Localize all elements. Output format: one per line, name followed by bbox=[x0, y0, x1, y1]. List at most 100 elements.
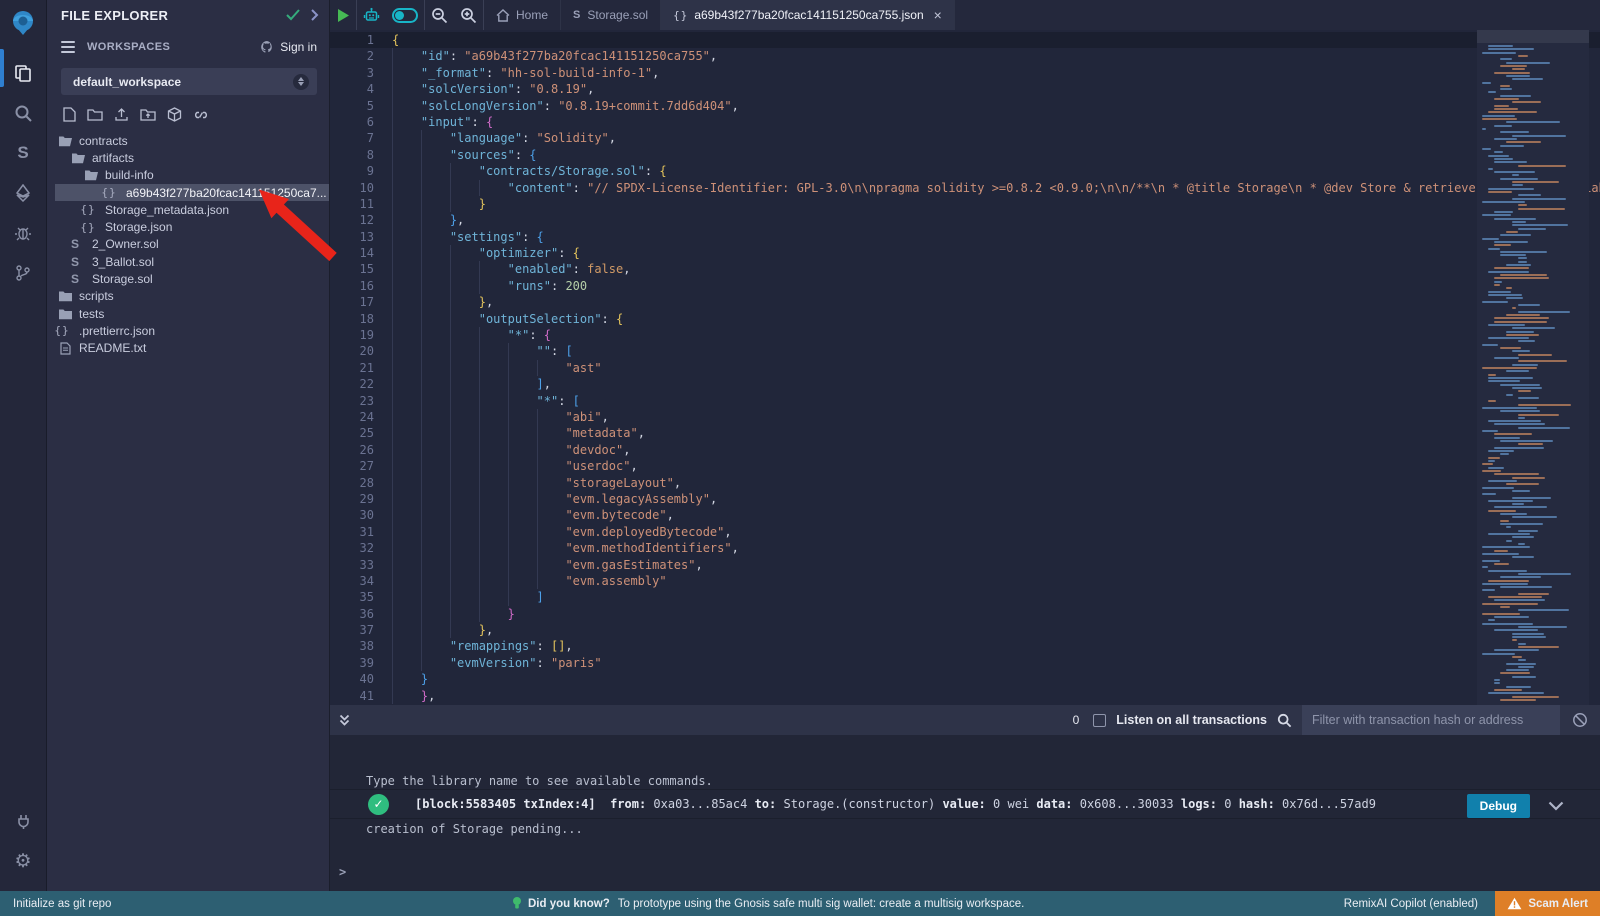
git-icon[interactable] bbox=[0, 253, 47, 293]
code-line[interactable]: 38"remappings": [], bbox=[330, 638, 1600, 654]
ipfs-box-icon[interactable] bbox=[167, 107, 182, 122]
code-line[interactable]: 25"metadata", bbox=[330, 425, 1600, 441]
code-line[interactable]: 23"*": [ bbox=[330, 393, 1600, 409]
code-line[interactable]: 6"input": { bbox=[330, 114, 1600, 130]
tree-item-storage-sol[interactable]: SStorage.sol bbox=[47, 270, 329, 287]
code-line[interactable]: 11} bbox=[330, 196, 1600, 212]
code-line[interactable]: 1{ bbox=[330, 32, 1600, 48]
link-icon[interactable] bbox=[193, 108, 209, 122]
code-editor[interactable]: 1{2"id": "a69b43f277ba20fcac141151250ca7… bbox=[330, 30, 1600, 705]
code-line[interactable]: 5"solcLongVersion": "0.8.19+commit.7dd6d… bbox=[330, 98, 1600, 114]
collapse-panel-chevron-icon[interactable] bbox=[310, 9, 319, 21]
tree-item-a69b43f277ba20fcac141151250ca7-[interactable]: {}a69b43f277ba20fcac141151250ca7... bbox=[55, 184, 329, 201]
code-line[interactable]: 12}, bbox=[330, 212, 1600, 228]
code-line[interactable]: 33"evm.gasEstimates", bbox=[330, 557, 1600, 573]
scam-alert-badge[interactable]: Scam Alert bbox=[1495, 891, 1600, 916]
code-line[interactable]: 10"content": "// SPDX-License-Identifier… bbox=[330, 180, 1600, 196]
workspace-select[interactable]: default_workspace bbox=[61, 68, 317, 95]
tree-item-2-owner-sol[interactable]: S2_Owner.sol bbox=[47, 236, 329, 253]
workspaces-menu-icon[interactable] bbox=[61, 41, 75, 53]
code-line[interactable]: 14"optimizer": { bbox=[330, 245, 1600, 261]
minimap-slider[interactable] bbox=[1477, 30, 1589, 43]
search-icon[interactable] bbox=[0, 93, 47, 133]
code-line[interactable]: 26"devdoc", bbox=[330, 442, 1600, 458]
tab-home[interactable]: Home bbox=[484, 0, 561, 30]
tree-item-readme-txt[interactable]: README.txt bbox=[47, 340, 329, 357]
code-line[interactable]: 8"sources": { bbox=[330, 147, 1600, 163]
code-line[interactable]: 18"outputSelection": { bbox=[330, 311, 1600, 327]
tree-item-tests[interactable]: tests bbox=[47, 305, 329, 322]
tree-item-storage-json[interactable]: {}Storage.json bbox=[47, 218, 329, 235]
folder-icon bbox=[57, 290, 73, 302]
code-line[interactable]: 19"*": { bbox=[330, 327, 1600, 343]
code-line[interactable]: 30"evm.bytecode", bbox=[330, 507, 1600, 523]
terminal[interactable]: Type the library name to see available c… bbox=[330, 735, 1600, 891]
terminal-prompt[interactable]: > bbox=[339, 865, 346, 879]
new-file-icon[interactable] bbox=[63, 107, 76, 122]
code-line[interactable]: 24"abi", bbox=[330, 409, 1600, 425]
transaction-filter-input[interactable] bbox=[1302, 705, 1560, 735]
tree-item-storage-metadata-json[interactable]: {}Storage_metadata.json bbox=[47, 201, 329, 218]
code-line[interactable]: 22], bbox=[330, 376, 1600, 392]
code-line[interactable]: 7"language": "Solidity", bbox=[330, 130, 1600, 146]
copilot-status[interactable]: RemixAI Copilot (enabled) bbox=[1344, 898, 1478, 910]
code-line[interactable]: 32"evm.methodIdentifiers", bbox=[330, 540, 1600, 556]
code-line[interactable]: 2"id": "a69b43f277ba20fcac141151250ca755… bbox=[330, 48, 1600, 64]
code-line[interactable]: 13"settings": { bbox=[330, 229, 1600, 245]
code-line[interactable]: 37}, bbox=[330, 622, 1600, 638]
debugger-icon[interactable] bbox=[0, 213, 47, 253]
code-line[interactable]: 28"storageLayout", bbox=[330, 475, 1600, 491]
code-line[interactable]: 9"contracts/Storage.sol": { bbox=[330, 163, 1600, 179]
code-line[interactable]: 3"_format": "hh-sol-build-info-1", bbox=[330, 65, 1600, 81]
solidity-compiler-icon[interactable]: S bbox=[0, 133, 47, 173]
close-tab-icon[interactable]: × bbox=[934, 8, 942, 22]
listen-all-transactions-checkbox[interactable] bbox=[1093, 714, 1106, 727]
file-explorer-icon[interactable] bbox=[0, 53, 47, 93]
transaction-row[interactable]: ✓ [block:5583405 txIndex:4] from: 0xa03.… bbox=[330, 789, 1600, 819]
remix-logo-icon[interactable] bbox=[6, 6, 40, 40]
code-line[interactable]: 40} bbox=[330, 671, 1600, 687]
expand-terminal-icon[interactable] bbox=[338, 713, 351, 727]
tab-storage-sol[interactable]: S Storage.sol bbox=[561, 0, 661, 30]
did-you-know-tip: Did you know? To prototype using the Gno… bbox=[512, 896, 1024, 911]
tab-build-info-json[interactable]: {} a69b43f277ba20fcac141151250ca755.json… bbox=[661, 0, 955, 30]
code-line[interactable]: 36} bbox=[330, 606, 1600, 622]
tree-item--prettierrc-json[interactable]: {}.prettierrc.json bbox=[47, 322, 329, 339]
zoom-in-icon[interactable] bbox=[460, 7, 477, 24]
upload-folder-icon[interactable] bbox=[140, 108, 156, 122]
tree-item-3-ballot-sol[interactable]: S3_Ballot.sol bbox=[47, 253, 329, 270]
deploy-run-icon[interactable] bbox=[0, 173, 47, 213]
expand-transaction-chevron-icon[interactable] bbox=[1548, 800, 1564, 814]
settings-gear-icon[interactable]: ⚙ bbox=[0, 841, 47, 881]
git-init-button[interactable]: Initialize as git repo bbox=[13, 898, 111, 910]
github-sign-in-button[interactable]: Sign in bbox=[259, 40, 317, 54]
warning-triangle-icon bbox=[1507, 897, 1522, 910]
tree-item-scripts[interactable]: scripts bbox=[47, 288, 329, 305]
minimap[interactable] bbox=[1477, 30, 1589, 705]
code-line[interactable]: 35] bbox=[330, 589, 1600, 605]
code-line[interactable]: 15"enabled": false, bbox=[330, 261, 1600, 277]
upload-file-icon[interactable] bbox=[114, 107, 129, 122]
code-line[interactable]: 34"evm.assembly" bbox=[330, 573, 1600, 589]
new-folder-icon[interactable] bbox=[87, 108, 103, 122]
code-line[interactable]: 41}, bbox=[330, 688, 1600, 704]
code-line[interactable]: 21"ast" bbox=[330, 360, 1600, 376]
code-line[interactable]: 16"runs": 200 bbox=[330, 278, 1600, 294]
code-line[interactable]: 17}, bbox=[330, 294, 1600, 310]
run-script-play-icon[interactable] bbox=[336, 8, 350, 23]
code-line[interactable]: 4"solcVersion": "0.8.19", bbox=[330, 81, 1600, 97]
tree-item-artifacts[interactable]: artifacts bbox=[47, 149, 329, 166]
code-line[interactable]: 39"evmVersion": "paris" bbox=[330, 655, 1600, 671]
tree-item-build-info[interactable]: build-info bbox=[47, 167, 329, 184]
clear-console-icon[interactable] bbox=[1572, 712, 1588, 728]
debug-button[interactable]: Debug bbox=[1467, 794, 1530, 818]
zoom-out-icon[interactable] bbox=[431, 7, 448, 24]
ai-copilot-robot-icon[interactable] bbox=[363, 7, 380, 24]
code-line[interactable]: 29"evm.legacyAssembly", bbox=[330, 491, 1600, 507]
tree-item-contracts[interactable]: contracts bbox=[47, 132, 329, 149]
code-line[interactable]: 20"": [ bbox=[330, 343, 1600, 359]
copilot-toggle[interactable] bbox=[392, 8, 418, 23]
code-line[interactable]: 31"evm.deployedBytecode", bbox=[330, 524, 1600, 540]
code-line[interactable]: 27"userdoc", bbox=[330, 458, 1600, 474]
plugin-manager-icon[interactable] bbox=[0, 801, 47, 841]
